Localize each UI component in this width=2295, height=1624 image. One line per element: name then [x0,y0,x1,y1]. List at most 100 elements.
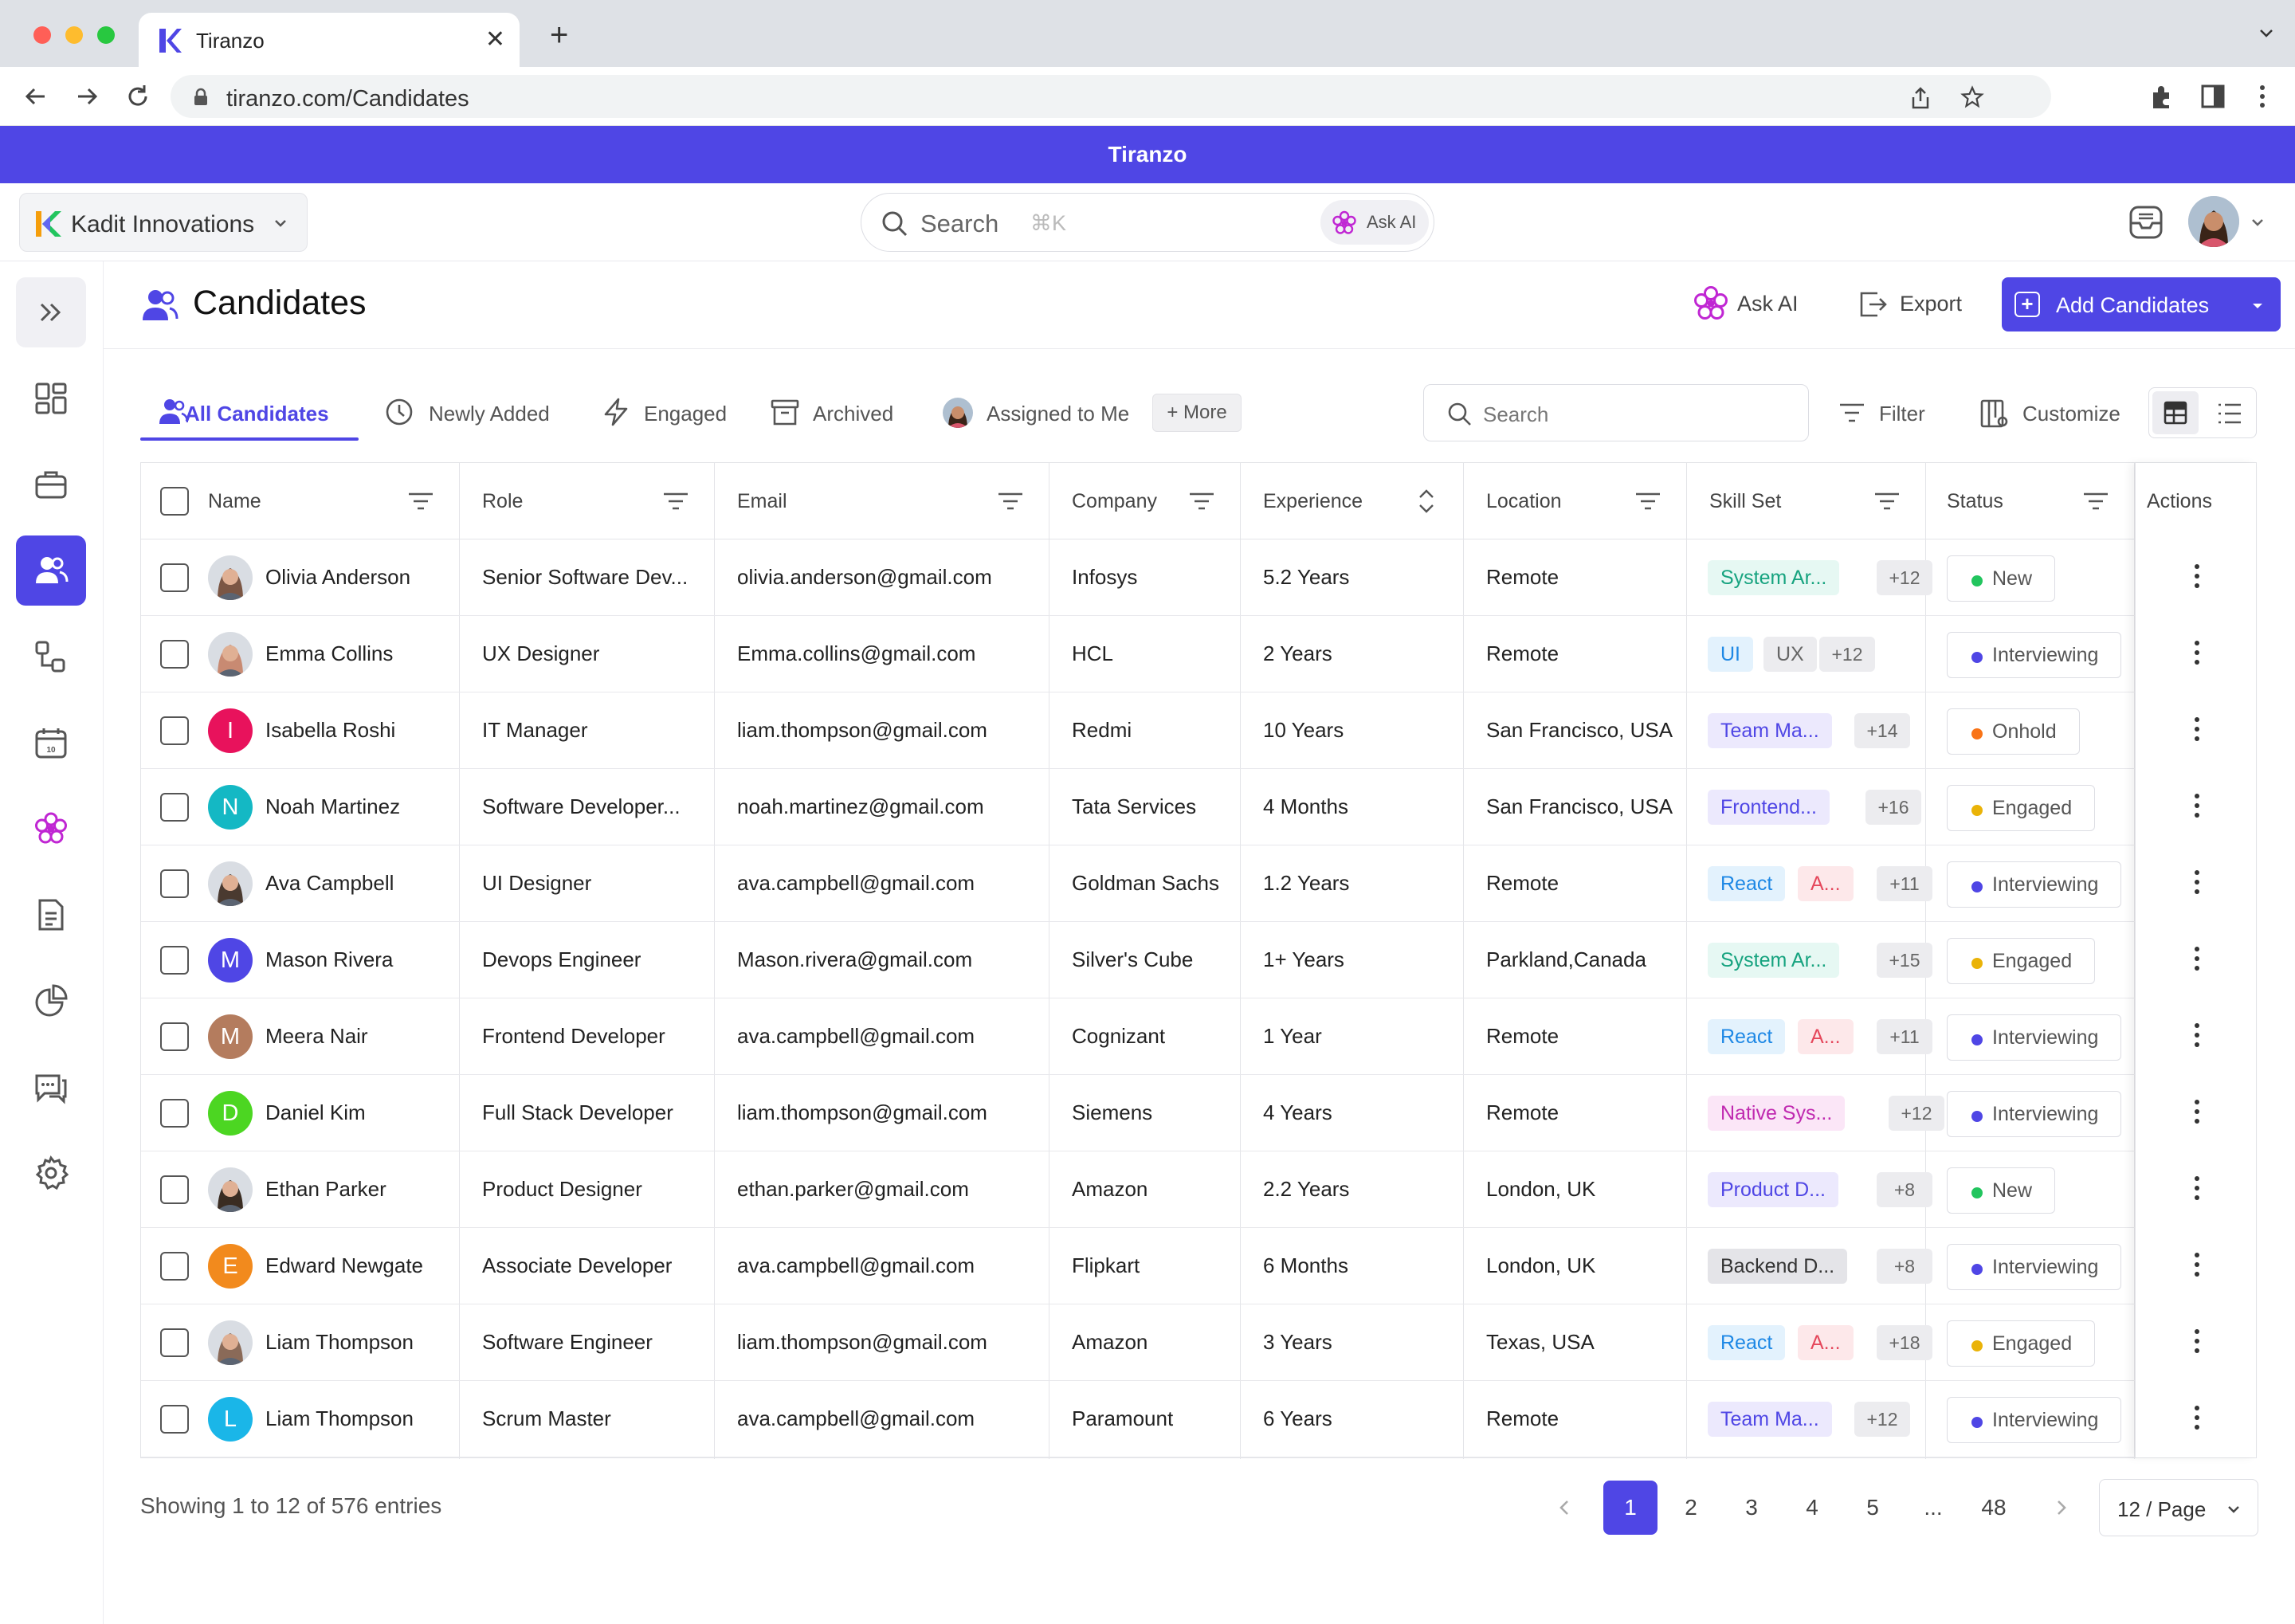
row-actions-kebab-icon[interactable] [2195,1175,2199,1205]
back-arrow-icon[interactable] [21,81,51,112]
row-checkbox[interactable] [160,1252,189,1281]
page-button[interactable]: 48 [1967,1481,2021,1535]
table-row[interactable]: Emma Collins UX Designer Emma.collins@gmai… [141,616,2256,692]
status-badge[interactable]: Engaged [1947,938,2096,984]
skill-more-chip[interactable]: +12 [1819,637,1875,672]
row-actions-kebab-icon[interactable] [2195,793,2199,822]
sidebar-item-ai[interactable] [16,794,86,864]
sidebar-item-jobs[interactable] [16,449,86,520]
row-checkbox[interactable] [160,793,189,822]
browser-tab[interactable]: Tiranzo ✕ [139,13,520,67]
skill-more-chip[interactable]: +15 [1877,943,1932,978]
column-filter-icon[interactable] [1634,490,1661,512]
sidebar-item-calendar[interactable]: 10 [16,708,86,778]
table-row[interactable]: Liam Thompson Software Engineer liam.thomp… [141,1304,2256,1381]
sidebar-item-pipeline[interactable] [16,622,86,692]
list-view-icon[interactable] [2216,400,2243,427]
share-icon[interactable] [1909,86,1932,110]
ask-ai-button[interactable]: Ask AI [1737,292,1799,316]
skill-more-chip[interactable]: +8 [1877,1172,1932,1207]
more-tabs-button[interactable]: + More [1152,394,1242,432]
table-row[interactable]: I Isabella Roshi IT Manager liam.thompson@g… [141,692,2256,769]
tab-menu-chevron-icon[interactable] [2257,24,2276,43]
customize-columns-icon[interactable] [1979,398,2010,429]
window-zoom-button[interactable] [97,26,115,44]
inbox-icon[interactable] [2128,204,2164,241]
workspace-switcher[interactable]: Kadit Innovations [19,193,308,252]
table-view-button[interactable] [2152,391,2199,434]
row-checkbox[interactable] [160,1175,189,1204]
per-page-select[interactable]: 12 / Page [2099,1479,2258,1536]
row-checkbox[interactable] [160,869,189,898]
table-row[interactable]: Olivia Anderson Senior Software Dev... oli… [141,539,2256,616]
row-checkbox[interactable] [160,946,189,975]
customize-button[interactable]: Customize [2022,402,2120,426]
row-actions-kebab-icon[interactable] [2195,1328,2199,1358]
skill-more-chip[interactable]: +12 [1877,560,1932,595]
status-badge[interactable]: Interviewing [1947,632,2122,678]
row-actions-kebab-icon[interactable] [2195,1022,2199,1052]
row-checkbox[interactable] [160,563,189,592]
select-all-checkbox[interactable] [160,487,189,516]
previous-page-chevron-icon[interactable] [1554,1497,1576,1519]
skill-more-chip[interactable]: +14 [1854,713,1910,748]
url-field[interactable]: tiranzo.com/Candidates [171,75,2051,118]
sidebar-expand-button[interactable] [16,277,86,347]
page-button[interactable]: 2 [1664,1481,1718,1535]
table-row[interactable]: M Meera Nair Frontend Developer ava.campbel… [141,998,2256,1075]
row-checkbox[interactable] [160,640,189,669]
extensions-puzzle-icon[interactable] [2147,81,2177,112]
export-icon[interactable] [1857,288,1889,320]
add-candidates-button[interactable]: + Add Candidates [2002,277,2281,331]
sidebar-item-settings[interactable] [16,1138,86,1208]
column-filter-icon[interactable] [2082,490,2109,512]
new-tab-icon[interactable]: + [550,19,568,51]
row-checkbox[interactable] [160,716,189,745]
export-button[interactable]: Export [1900,292,1962,316]
row-actions-kebab-icon[interactable] [2195,869,2199,899]
filter-button[interactable]: Filter [1879,402,1925,426]
status-badge[interactable]: Onhold [1947,708,2080,755]
page-button[interactable]: 1 [1603,1481,1658,1535]
caret-down-icon[interactable] [2250,301,2265,311]
skill-more-chip[interactable]: +18 [1877,1325,1932,1360]
global-search[interactable]: Search ⌘K Ask AI [861,193,1434,252]
browser-menu-icon[interactable] [2247,81,2277,112]
row-actions-kebab-icon[interactable] [2195,640,2199,669]
skill-more-chip[interactable]: +12 [1854,1402,1910,1437]
sidebar-item-dashboard[interactable] [16,363,86,433]
table-row[interactable]: Ethan Parker Product Designer ethan.parker… [141,1151,2256,1228]
chevron-down-icon[interactable] [2249,214,2266,231]
ai-flower-icon[interactable] [1693,285,1729,322]
row-actions-kebab-icon[interactable] [2195,716,2199,746]
column-filter-icon[interactable] [1188,490,1215,512]
skill-more-chip[interactable]: +16 [1865,790,1921,825]
row-checkbox[interactable] [160,1328,189,1357]
status-badge[interactable]: Interviewing [1947,1091,2122,1137]
status-badge[interactable]: Engaged [1947,1320,2096,1367]
status-badge[interactable]: Interviewing [1947,1014,2122,1061]
page-button[interactable]: 5 [1846,1481,1900,1535]
skill-more-chip[interactable]: +11 [1877,866,1932,901]
status-badge[interactable]: Interviewing [1947,1244,2122,1290]
skill-more-chip[interactable]: +8 [1877,1249,1932,1284]
row-actions-kebab-icon[interactable] [2195,1099,2199,1128]
table-row[interactable]: N Noah Martinez Software Developer... noah.… [141,769,2256,845]
sidebar-item-messages[interactable] [16,1052,86,1122]
tab-close-icon[interactable]: ✕ [485,25,505,53]
table-row[interactable]: L Liam Thompson Scrum Master ava.campbell@g… [141,1381,2256,1457]
filter-icon[interactable] [1838,400,1866,426]
page-button[interactable]: 4 [1785,1481,1839,1535]
status-badge[interactable]: New [1947,1167,2056,1214]
ask-ai-pill-button[interactable]: Ask AI [1320,200,1429,245]
sidebar-item-reports[interactable] [16,966,86,1036]
user-avatar[interactable] [2188,196,2239,247]
row-checkbox[interactable] [160,1022,189,1051]
table-row[interactable]: Ava Campbell UI Designer ava.campbell@gmai… [141,845,2256,922]
table-row[interactable]: M Mason Rivera Devops Engineer Mason.rivera… [141,922,2256,998]
column-filter-icon[interactable] [662,490,689,512]
forward-arrow-icon[interactable] [72,81,102,112]
skill-more-chip[interactable]: +12 [1889,1096,1944,1131]
side-panel-icon[interactable] [2198,81,2228,112]
table-row[interactable]: D Daniel Kim Full Stack Developer liam.thom… [141,1075,2256,1151]
